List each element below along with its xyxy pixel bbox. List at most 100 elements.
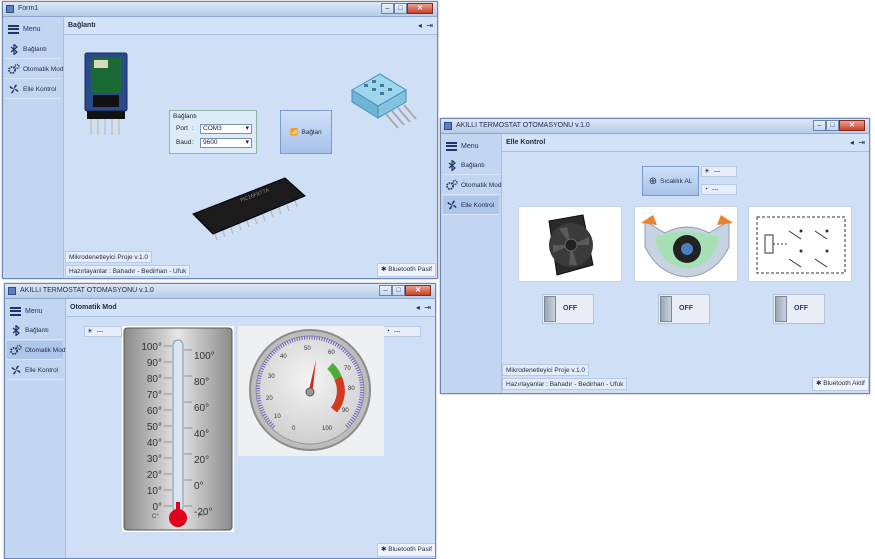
project-label: Mikrodenetleyici Proje v.1.0	[65, 251, 152, 263]
temperature-value: ☀ ---	[701, 166, 737, 177]
dht-sensor-image	[351, 73, 417, 129]
hamburger-icon	[446, 141, 457, 151]
bluetooth-status: ✱ Bluetooth Pasif	[377, 263, 436, 277]
fan-icon	[8, 83, 20, 95]
celsius-tick: 50°	[146, 422, 162, 433]
menu-label: Menu	[23, 25, 41, 33]
fahrenheit-tick: 0°	[194, 481, 204, 492]
bluetooth-status: ✱ Bluetooth Aktif	[812, 377, 869, 391]
celsius-tick: 40°	[146, 438, 162, 449]
fan-icon	[10, 364, 22, 376]
read-temperature-button[interactable]: ⊕ Sıcaklık AL	[642, 166, 699, 196]
sidebar: Menu Bağlantı Otomatik Mod Elle Kontrol	[5, 299, 66, 558]
page-header: Elle Kontrol ◂ ⇥	[502, 134, 869, 152]
gauge-panel: 0 10 20 30 40 50 60 70 80 90 100	[238, 326, 384, 456]
temperature-value: ☀ ---	[84, 326, 122, 337]
toggle-label: OFF	[679, 305, 693, 312]
menu-button[interactable]: Menu	[7, 302, 63, 320]
toggle-knob	[544, 296, 556, 322]
chevron-left-icon[interactable]: ◂	[418, 21, 422, 30]
header-controls: ◂ ⇥	[418, 21, 433, 30]
baud-select[interactable]: 9600	[200, 138, 252, 148]
app-icon	[6, 5, 14, 13]
group-title: Bağlantı	[173, 113, 197, 120]
minimize-button[interactable]: –	[379, 285, 392, 296]
connect-button[interactable]: 📶 Bağlan	[280, 110, 332, 154]
sidebar-item-baglanti[interactable]: Bağlantı	[7, 321, 63, 340]
titlebar[interactable]: Form1 – □ ✕	[3, 2, 437, 17]
heater-graphic	[641, 215, 733, 278]
app-icon	[444, 122, 452, 130]
chevron-left-icon[interactable]: ◂	[416, 303, 420, 312]
heater-toggle[interactable]: OFF	[658, 294, 710, 324]
app-icon	[8, 287, 16, 295]
sidebar-item-elle-kontrol[interactable]: Elle Kontrol	[5, 80, 61, 99]
thermometer-panel: 100° 90° 80° 70° 60° 50° 40° 30° 20° 10°…	[122, 326, 234, 532]
toggle-knob	[660, 296, 672, 322]
relay-image	[748, 206, 852, 282]
celsius-scale: 100° 90° 80° 70° 60° 50° 40° 30° 20° 10°…	[126, 340, 162, 516]
titlebar[interactable]: AKILLI TERMOSTAT OTOMASYONU v.1.0 – □ ✕	[441, 119, 869, 134]
port-select[interactable]: COM3	[200, 124, 252, 134]
page-title: Elle Kontrol	[506, 139, 546, 146]
window-title: Form1	[18, 5, 39, 12]
sidebar-item-label: Elle Kontrol	[23, 85, 57, 93]
minimize-button[interactable]: –	[381, 3, 394, 14]
menu-button[interactable]: Menu	[5, 20, 61, 38]
minimize-button[interactable]: –	[813, 120, 826, 131]
sidebar-item-elle-kontrol[interactable]: Elle Kontrol	[443, 196, 499, 215]
close-button[interactable]: ✕	[407, 3, 433, 14]
sidebar-item-baglanti[interactable]: Bağlantı	[5, 40, 61, 59]
sidebar: Menu Bağlantı Otomatik Mod Elle Kontrol	[441, 134, 502, 393]
menu-label: Menu	[25, 307, 43, 315]
window-title: AKILLI TERMOSTAT OTOMASYONU v.1.0	[20, 287, 154, 294]
celsius-tick: 30°	[146, 454, 162, 465]
gauge-icon: ◔	[386, 328, 390, 335]
sidebar-item-otomatik-mod[interactable]: Otomatik Mod	[7, 341, 65, 360]
close-button[interactable]: ✕	[839, 120, 865, 131]
exit-icon[interactable]: ⇥	[426, 21, 433, 30]
window-elle-kontrol: AKILLI TERMOSTAT OTOMASYONU v.1.0 – □ ✕ …	[440, 118, 870, 394]
window-otomatik-mod: AKILLI TERMOSTAT OTOMASYONU v.1.0 – □ ✕ …	[4, 283, 436, 559]
baud-label: Baud	[176, 139, 192, 146]
exit-icon[interactable]: ⇥	[424, 303, 431, 312]
fan-toggle[interactable]: OFF	[542, 294, 594, 324]
window-form1: Form1 – □ ✕ Menu Bağlantı Otomatik Mod E…	[2, 1, 438, 279]
fahrenheit-tick: 80°	[194, 377, 210, 388]
port-colon: :	[192, 125, 194, 132]
maximize-button[interactable]: □	[826, 120, 839, 131]
celsius-tick: 100°	[141, 342, 162, 353]
celsius-tick: 80°	[146, 374, 162, 385]
fan-graphic	[548, 214, 594, 276]
fahrenheit-tick: 40°	[194, 429, 210, 440]
menu-button[interactable]: Menu	[443, 137, 499, 155]
maximize-button[interactable]: □	[394, 3, 407, 14]
celsius-unit: C°	[152, 514, 159, 520]
chevron-left-icon[interactable]: ◂	[850, 138, 854, 147]
humidity-value-text: ---	[711, 186, 719, 193]
fan-icon	[446, 199, 458, 211]
authors-label: Hazırlayanlar : Bahadır - Bedirhan - Ufu…	[502, 378, 628, 390]
sidebar-item-label: Bağlantı	[25, 326, 49, 334]
window-title: AKILLI TERMOSTAT OTOMASYONU v.1.0	[456, 122, 590, 129]
sidebar-item-elle-kontrol[interactable]: Elle Kontrol	[7, 361, 63, 380]
fahrenheit-tick: 20°	[194, 455, 210, 466]
exit-icon[interactable]: ⇥	[858, 138, 865, 147]
bluetooth-icon	[446, 159, 458, 171]
sidebar-item-label: Elle Kontrol	[25, 366, 59, 374]
sidebar-item-baglanti[interactable]: Bağlantı	[443, 156, 499, 175]
titlebar[interactable]: AKILLI TERMOSTAT OTOMASYONU v.1.0 – □ ✕	[5, 284, 435, 299]
gauge-tick: 70	[344, 366, 351, 372]
gauge-tick: 50	[304, 346, 311, 352]
sidebar-item-otomatik-mod[interactable]: Otomatik Mod	[443, 176, 501, 195]
humidity-value: ◔ ---	[701, 184, 737, 195]
baud-colon: :	[192, 139, 194, 146]
sidebar-item-label: Otomatik Mod	[23, 65, 64, 73]
maximize-button[interactable]: □	[392, 285, 405, 296]
fahrenheit-unit: F°	[198, 514, 205, 520]
sidebar-item-otomatik-mod[interactable]: Otomatik Mod	[5, 60, 64, 79]
header-controls: ◂ ⇥	[850, 138, 865, 147]
gauge-tick: 0	[292, 426, 296, 432]
relay-toggle[interactable]: OFF	[773, 294, 825, 324]
close-button[interactable]: ✕	[405, 285, 431, 296]
